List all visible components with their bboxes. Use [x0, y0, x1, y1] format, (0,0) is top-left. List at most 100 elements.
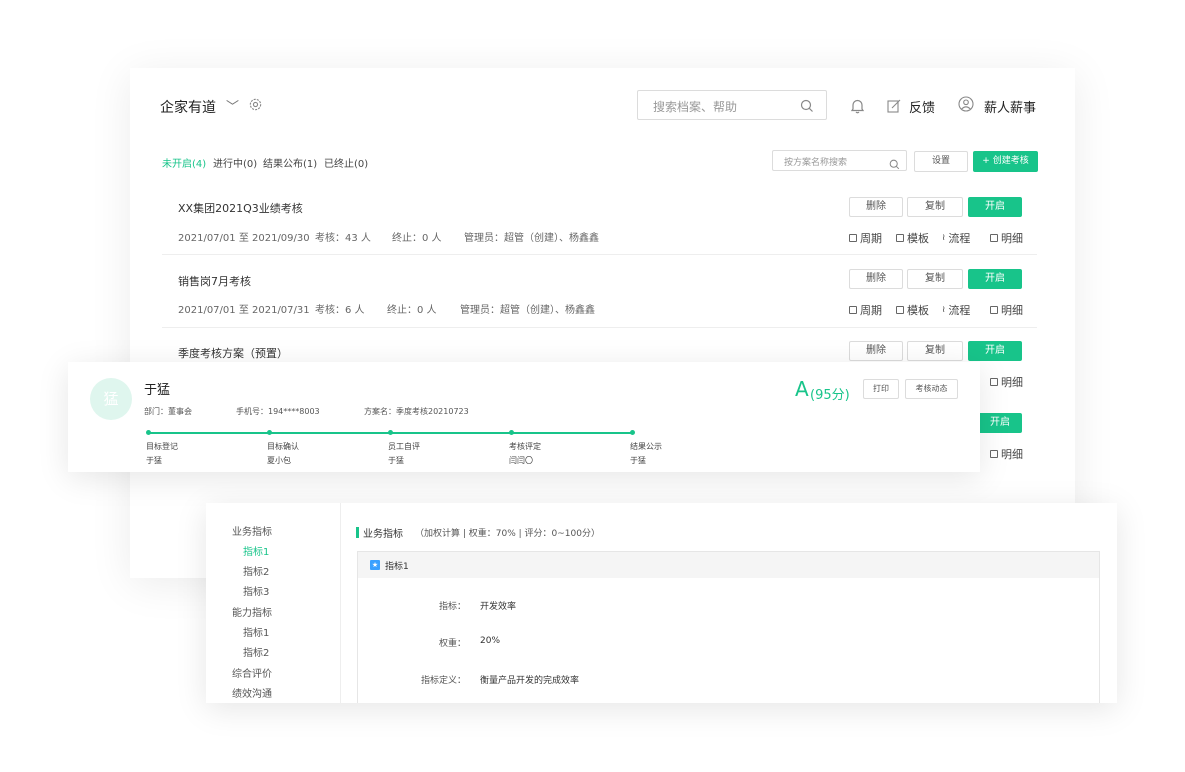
company-name[interactable]: 企家有道 — [160, 97, 216, 117]
tab-in-progress[interactable]: 进行中(0) — [213, 155, 257, 170]
open-button[interactable]: 开启 — [978, 413, 1022, 433]
field-value: 开发效率 — [480, 602, 517, 612]
plan-date-range: 2021/07/01 至 2021/07/31 — [178, 305, 310, 316]
plan-title[interactable]: 季度考核方案（预置） — [178, 345, 288, 361]
sidebar-item-indicator1[interactable]: 指标1 — [243, 543, 269, 558]
sidebar-item-ability1[interactable]: 指标1 — [243, 624, 269, 639]
sidebar-item-indicator3[interactable]: 指标3 — [243, 583, 269, 598]
step-dot — [388, 430, 393, 435]
step-label: 员工自评 — [388, 442, 420, 451]
sidebar-divider — [340, 503, 341, 703]
step-owner: 闫闫〇 — [509, 456, 533, 465]
step-owner: 于猛 — [146, 456, 162, 465]
feedback-link[interactable]: 反馈 — [909, 97, 935, 116]
bell-icon[interactable] — [850, 98, 865, 118]
plan-terminated-count: 终止：0 人 — [392, 233, 442, 244]
delete-button[interactable]: 删除 — [849, 341, 903, 361]
field-label: 权重： — [438, 639, 466, 649]
plan-search-placeholder: 按方案名称搜索 — [784, 158, 848, 168]
plan-title[interactable]: XX集团2021Q3业绩考核 — [178, 200, 303, 216]
step-dot — [509, 430, 514, 435]
detail-label: 明细 — [1001, 448, 1023, 461]
sidebar-group-business[interactable]: 业务指标 — [232, 523, 272, 538]
plan-title[interactable]: 销售岗7月考核 — [178, 273, 251, 289]
template-link[interactable]: 模板 — [896, 302, 929, 318]
cycle-label: 周期 — [860, 304, 882, 317]
flow-link[interactable]: ≀ 流程 — [942, 230, 970, 246]
create-assessment-button[interactable]: + 创建考核 — [973, 151, 1038, 172]
search-icon[interactable] — [889, 155, 900, 174]
user-name[interactable]: 薪人薪事 — [984, 97, 1036, 116]
field-label: 指标定义： — [420, 676, 466, 686]
flow-icon: ≀ — [942, 305, 946, 315]
copy-button[interactable]: 复制 — [907, 269, 963, 289]
detail-link[interactable]: 明细 — [990, 302, 1023, 318]
sidebar-item-ability2[interactable]: 指标2 — [243, 644, 269, 659]
step-dot — [146, 430, 151, 435]
cycle-link[interactable]: 周期 — [849, 230, 882, 246]
step-owner: 夏小包 — [267, 456, 291, 465]
tab-result-published[interactable]: 结果公布(1) — [263, 155, 317, 170]
gear-icon[interactable] — [248, 97, 262, 111]
tab-terminated[interactable]: 已终止(0) — [324, 155, 368, 170]
template-label: 模板 — [907, 304, 929, 317]
step-owner: 于猛 — [388, 456, 404, 465]
employee-name: 于猛 — [144, 383, 171, 398]
flow-label: 流程 — [948, 232, 971, 245]
field-value: 衡量产品开发的完成效率 — [480, 676, 580, 686]
plan-terminated-count: 终止：0 人 — [387, 305, 437, 316]
template-link[interactable]: 模板 — [896, 230, 929, 246]
detail-icon — [990, 234, 998, 242]
star-icon: ★ — [370, 560, 380, 570]
plan-assess-count: 考核：43 人 — [315, 233, 371, 244]
copy-button[interactable]: 复制 — [907, 197, 963, 217]
chevron-down-icon[interactable]: ﹀ — [226, 96, 239, 115]
field-label: 指标： — [438, 602, 466, 612]
delete-button[interactable]: 删除 — [849, 269, 903, 289]
print-button[interactable]: 打印 — [863, 379, 899, 399]
detail-icon — [990, 306, 998, 314]
open-button[interactable]: 开启 — [968, 341, 1022, 361]
user-icon[interactable] — [958, 96, 974, 116]
detail-link[interactable]: 明细 — [990, 374, 1023, 390]
plan-managers: 管理员：超管（创建）、杨鑫鑫 — [460, 305, 595, 316]
field-value: 20% — [480, 636, 501, 646]
sidebar-group-ability[interactable]: 能力指标 — [232, 604, 272, 619]
step-label: 目标确认 — [267, 442, 299, 451]
cycle-label: 周期 — [860, 232, 882, 245]
sidebar-group-overall[interactable]: 综合评价 — [232, 665, 272, 680]
sidebar-group-communication[interactable]: 绩效沟通 — [232, 685, 272, 700]
employee-assessment-card: 猛 于猛 部门：董事会 手机号：194****8003 方案名：季度考核2021… — [68, 362, 980, 472]
indicator-detail-card: 业务指标 指标1 指标2 指标3 能力指标 指标1 指标2 综合评价 绩效沟通 … — [206, 503, 1117, 703]
detail-label: 明细 — [1001, 304, 1023, 317]
open-button[interactable]: 开启 — [968, 197, 1022, 217]
settings-button[interactable]: 设置 — [914, 151, 968, 172]
avatar: 猛 — [90, 378, 132, 420]
step-label: 考核评定 — [509, 442, 541, 451]
flow-link[interactable]: ≀ 流程 — [942, 302, 970, 318]
cycle-link[interactable]: 周期 — [849, 302, 882, 318]
search-icon[interactable] — [800, 98, 814, 117]
assessment-dynamics-button[interactable]: 考核动态 — [905, 379, 958, 399]
plan-date-range: 2021/07/01 至 2021/09/30 — [178, 233, 310, 244]
sidebar-item-indicator2[interactable]: 指标2 — [243, 563, 269, 578]
flow-label: 流程 — [948, 304, 971, 317]
global-search[interactable]: 搜索档案、帮助 — [637, 90, 827, 120]
open-button[interactable]: 开启 — [968, 269, 1022, 289]
cycle-icon — [849, 306, 857, 314]
step-label: 目标登记 — [146, 442, 178, 451]
detail-label: 明细 — [1001, 232, 1023, 245]
copy-button[interactable]: 复制 — [907, 341, 963, 361]
step-dot — [267, 430, 272, 435]
detail-link[interactable]: 明细 — [990, 230, 1023, 246]
delete-button[interactable]: 删除 — [849, 197, 903, 217]
indicator-box: ★ 指标1 指标： 开发效率 权重： 20% 指标定义： 衡量产品开发的完成效率 — [357, 551, 1100, 703]
plan-search-input[interactable]: 按方案名称搜索 — [772, 150, 907, 171]
section-meta: （加权计算 | 权重：70% | 评分：0~100分） — [415, 529, 600, 539]
tab-not-started[interactable]: 未开启(4) — [162, 155, 206, 170]
grade-score: (95分) — [810, 388, 850, 403]
feedback-icon[interactable] — [887, 98, 901, 117]
employee-phone: 手机号：194****8003 — [236, 407, 320, 416]
flow-icon: ≀ — [942, 233, 946, 243]
detail-link[interactable]: 明细 — [990, 446, 1023, 462]
